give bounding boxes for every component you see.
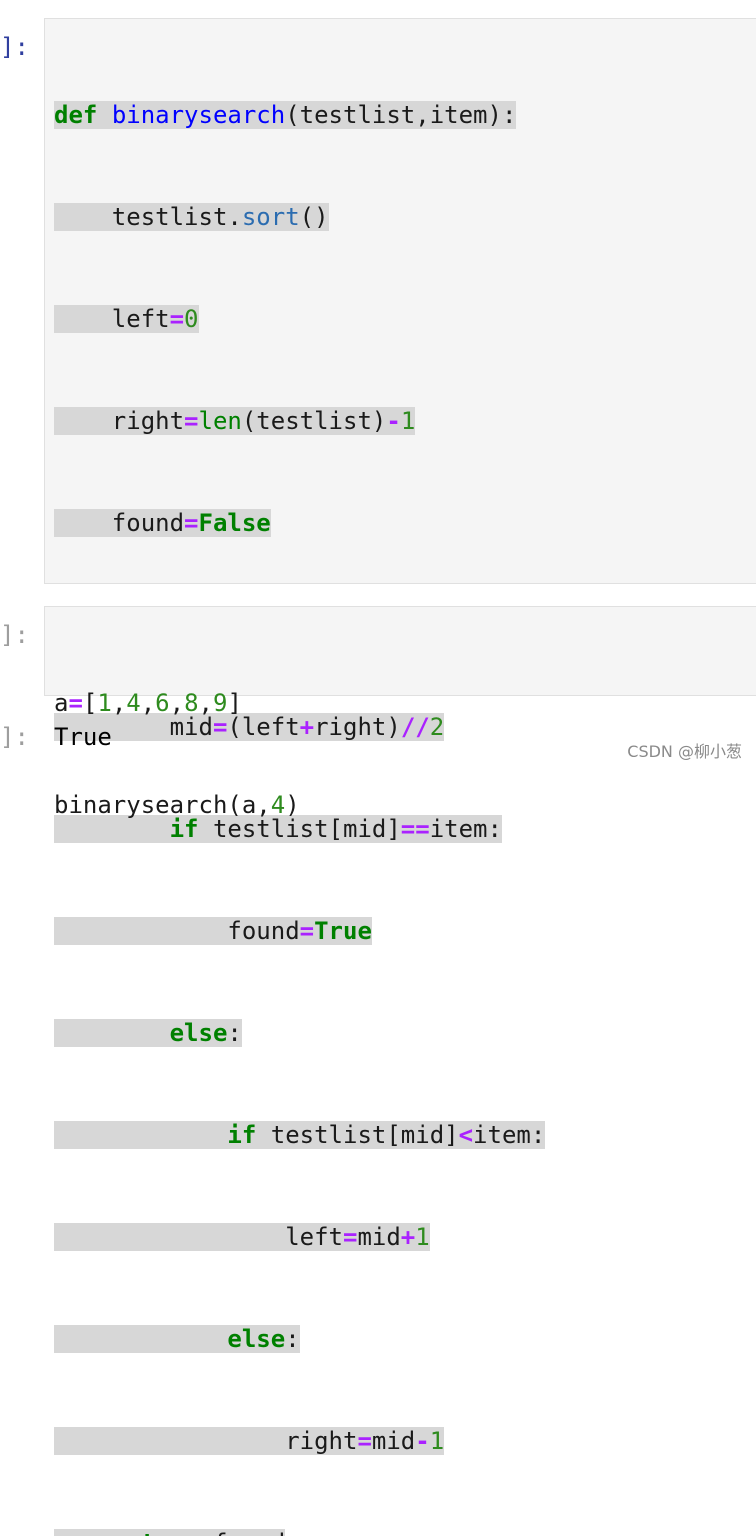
output-prompt: ]:	[0, 723, 29, 751]
code-line: found=True	[54, 917, 372, 945]
code-line: testlist.sort()	[54, 203, 329, 231]
code-line: left=0	[54, 305, 199, 333]
code-line: if testlist[mid]<item:	[54, 1118, 574, 1152]
watermark: CSDN @柳小葱	[627, 742, 742, 761]
code-line: binarysearch(a,4)	[54, 791, 300, 819]
code-line: right=len(testlist)-1	[54, 407, 416, 435]
code-line: a=[1,4,6,8,9]	[54, 689, 242, 717]
code-line: def binarysearch(testlist,item):	[54, 101, 517, 129]
code-line: else:	[54, 1016, 574, 1050]
code-line: right=mid-1	[54, 1427, 445, 1455]
output-text: True	[54, 723, 112, 751]
code-line: else:	[54, 1322, 574, 1356]
cell-1-prompt: ]:	[0, 33, 29, 61]
code-line: left=mid+1	[54, 1223, 430, 1251]
code-line: return found	[54, 1526, 574, 1536]
cell-2-prompt: ]:	[0, 621, 29, 649]
code-line: found=False	[54, 509, 271, 537]
